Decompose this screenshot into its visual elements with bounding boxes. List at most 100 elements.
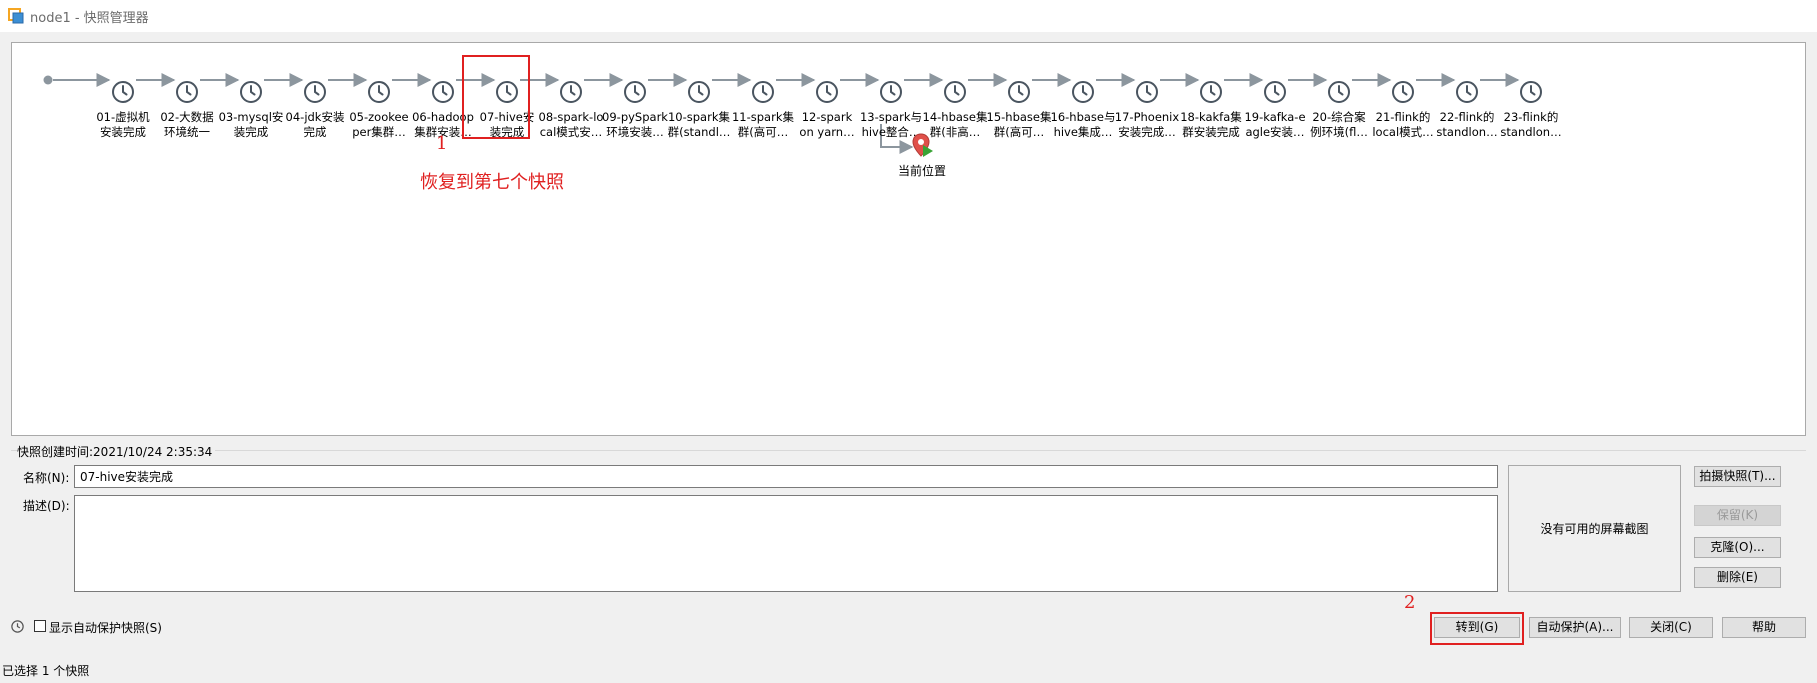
snapshot-label-line: 15-hbase集 bbox=[986, 110, 1052, 124]
snapshot-created-time: 快照创建时间:2021/10/24 2:35:34 bbox=[17, 443, 216, 460]
delete-button[interactable]: 删除(E) bbox=[1694, 567, 1781, 588]
clock-icon[interactable] bbox=[751, 80, 775, 104]
snapshot-label-line: 群(高可… bbox=[993, 125, 1045, 139]
clock-icon[interactable] bbox=[1391, 80, 1415, 104]
snapshot-label[interactable]: 11-spark集 群(高可… bbox=[727, 110, 799, 140]
description-label: 描述(D): bbox=[23, 499, 70, 513]
clock-icon[interactable] bbox=[367, 80, 391, 104]
clock-icon[interactable] bbox=[111, 80, 135, 104]
clock-icon[interactable] bbox=[239, 80, 263, 104]
snapshot-label[interactable]: 22-flink的 standlon… bbox=[1431, 110, 1503, 140]
clock-icon[interactable] bbox=[815, 80, 839, 104]
snapshot-label[interactable]: 15-hbase集 群(高可… bbox=[983, 110, 1055, 140]
clock-icon[interactable] bbox=[943, 80, 967, 104]
show-autoprotect-checkbox[interactable] bbox=[34, 620, 46, 632]
snapshot-node-16[interactable]: 16-hbase与 hive集成… bbox=[1047, 57, 1119, 140]
snapshot-label[interactable]: 01-虚拟机 安装完成 bbox=[87, 110, 159, 140]
snapshot-label-line: 05-zookee bbox=[349, 110, 409, 124]
clock-icon[interactable] bbox=[879, 80, 903, 104]
snapshot-node-19[interactable]: 19-kafka-e agle安装… bbox=[1239, 57, 1311, 140]
snapshot-node-01[interactable]: 01-虚拟机 安装完成 bbox=[87, 57, 159, 140]
snapshot-label-line: 13-spark与 bbox=[859, 110, 922, 124]
show-autoprotect-label[interactable]: 显示自动保护快照(S) bbox=[49, 619, 162, 636]
clock-icon[interactable] bbox=[303, 80, 327, 104]
snapshot-label[interactable]: 09-pySpark 环境安装… bbox=[599, 110, 671, 140]
snapshot-label[interactable]: 18-kakfa集 群安装完成 bbox=[1175, 110, 1247, 140]
snapshot-label[interactable]: 23-flink的 standlon… bbox=[1495, 110, 1567, 140]
close-button[interactable]: 关闭(C) bbox=[1629, 617, 1713, 638]
snapshot-node-05[interactable]: 05-zookee per集群… bbox=[343, 57, 415, 140]
autoprotect-button[interactable]: 自动保护(A)... bbox=[1529, 617, 1621, 638]
clock-icon[interactable] bbox=[175, 80, 199, 104]
snapshot-node-12[interactable]: 12-spark on yarn… bbox=[791, 57, 863, 140]
snapshot-label[interactable]: 16-hbase与 hive集成… bbox=[1047, 110, 1119, 140]
snapshot-node-09[interactable]: 09-pySpark 环境安装… bbox=[599, 57, 671, 140]
snapshot-label-line: standlon… bbox=[1436, 125, 1498, 139]
snapshot-label-line: 20-综合案 bbox=[1312, 110, 1366, 124]
vmware-icon bbox=[8, 8, 24, 24]
snapshot-label-line: 01-虚拟机 bbox=[96, 110, 150, 124]
snapshot-node-21[interactable]: 21-flink的 local模式… bbox=[1367, 57, 1439, 140]
snapshot-node-10[interactable]: 10-spark集 群(standl… bbox=[663, 57, 735, 140]
snapshot-label-line: 环境统一 bbox=[164, 125, 210, 139]
description-field[interactable] bbox=[74, 495, 1498, 592]
keep-button[interactable]: 保留(K) bbox=[1694, 505, 1781, 526]
snapshot-node-20[interactable]: 20-综合案 例环境(fl… bbox=[1303, 57, 1375, 140]
snapshot-label[interactable]: 04-jdk安装 完成 bbox=[279, 110, 351, 140]
snapshot-label[interactable]: 03-mysql安 装完成 bbox=[215, 110, 287, 140]
snapshot-label-line: standlon… bbox=[1500, 125, 1562, 139]
snapshot-node-15[interactable]: 15-hbase集 群(高可… bbox=[983, 57, 1055, 140]
clock-icon[interactable] bbox=[1071, 80, 1095, 104]
clock-icon[interactable] bbox=[431, 80, 455, 104]
snapshot-label-line: hive集成… bbox=[1053, 125, 1113, 139]
snapshot-label-line: 14-hbase集 bbox=[922, 110, 988, 124]
snapshot-label-line: 环境安装… bbox=[606, 125, 664, 139]
annotation-marker-1: 1 bbox=[436, 133, 448, 154]
snapshot-label[interactable]: 21-flink的 local模式… bbox=[1367, 110, 1439, 140]
snapshot-label-line: 11-spark集 bbox=[731, 110, 794, 124]
snapshot-label[interactable]: 10-spark集 群(standl… bbox=[663, 110, 735, 140]
snapshot-node-02[interactable]: 02-大数据 环境统一 bbox=[151, 57, 223, 140]
snapshot-label[interactable]: 19-kafka-e agle安装… bbox=[1239, 110, 1311, 140]
take-snapshot-button[interactable]: 拍摄快照(T)... bbox=[1694, 466, 1781, 487]
clock-icon[interactable] bbox=[1135, 80, 1159, 104]
clock-icon[interactable] bbox=[1455, 80, 1479, 104]
snapshot-label-line: 群(高可… bbox=[737, 125, 789, 139]
snapshot-label-line: 18-kakfa集 bbox=[1180, 110, 1242, 124]
snapshot-label[interactable]: 20-综合案 例环境(fl… bbox=[1303, 110, 1375, 140]
snapshot-node-23[interactable]: 23-flink的 standlon… bbox=[1495, 57, 1567, 140]
help-button[interactable]: 帮助 bbox=[1722, 617, 1806, 638]
clock-icon[interactable] bbox=[687, 80, 711, 104]
window-title: node1 - 快照管理器 bbox=[30, 11, 149, 26]
snapshot-node-17[interactable]: 17-Phoenix 安装完成… bbox=[1111, 57, 1183, 140]
snapshot-node-11[interactable]: 11-spark集 群(高可… bbox=[727, 57, 799, 140]
clock-icon[interactable] bbox=[559, 80, 583, 104]
name-field[interactable] bbox=[74, 465, 1498, 488]
snapshot-label-line: 完成 bbox=[303, 125, 327, 139]
snapshot-node-14[interactable]: 14-hbase集 群(非高… bbox=[921, 57, 989, 139]
clock-icon[interactable] bbox=[1263, 80, 1287, 104]
snapshot-node-22[interactable]: 22-flink的 standlon… bbox=[1431, 57, 1503, 140]
clone-button[interactable]: 克隆(O)... bbox=[1694, 537, 1781, 558]
snapshot-node-08[interactable]: 08-spark-lo cal模式安… bbox=[535, 57, 607, 140]
snapshot-label-line: 03-mysql安 bbox=[218, 110, 284, 124]
snapshot-node-03[interactable]: 03-mysql安 装完成 bbox=[215, 57, 287, 140]
snapshot-label[interactable]: 05-zookee per集群… bbox=[343, 110, 415, 140]
clock-icon[interactable] bbox=[1327, 80, 1351, 104]
snapshot-label[interactable]: 12-spark on yarn… bbox=[791, 110, 863, 140]
clock-icon[interactable] bbox=[1519, 80, 1543, 104]
snapshot-label-line: agle安装… bbox=[1245, 125, 1305, 139]
history-clock-icon bbox=[11, 620, 24, 633]
current-location-pin-icon bbox=[912, 133, 933, 157]
snapshot-label-line: 群(standl… bbox=[667, 125, 731, 139]
clock-icon[interactable] bbox=[1199, 80, 1223, 104]
clock-icon[interactable] bbox=[1007, 80, 1031, 104]
snapshot-tree[interactable]: 01-虚拟机 安装完成 02-大数据 环境统一 03-mysql安 装完成 04-jdk安装… bbox=[11, 42, 1806, 436]
clock-icon[interactable] bbox=[623, 80, 647, 104]
snapshot-node-18[interactable]: 18-kakfa集 群安装完成 bbox=[1175, 57, 1247, 140]
snapshot-node-04[interactable]: 04-jdk安装 完成 bbox=[279, 57, 351, 140]
snapshot-label[interactable]: 17-Phoenix 安装完成… bbox=[1111, 110, 1183, 140]
snapshot-label[interactable]: 02-大数据 环境统一 bbox=[151, 110, 223, 140]
snapshot-label[interactable]: 08-spark-lo cal模式安… bbox=[535, 110, 607, 140]
snapshot-node-13[interactable]: 13-spark与 hive整合… bbox=[857, 57, 925, 139]
